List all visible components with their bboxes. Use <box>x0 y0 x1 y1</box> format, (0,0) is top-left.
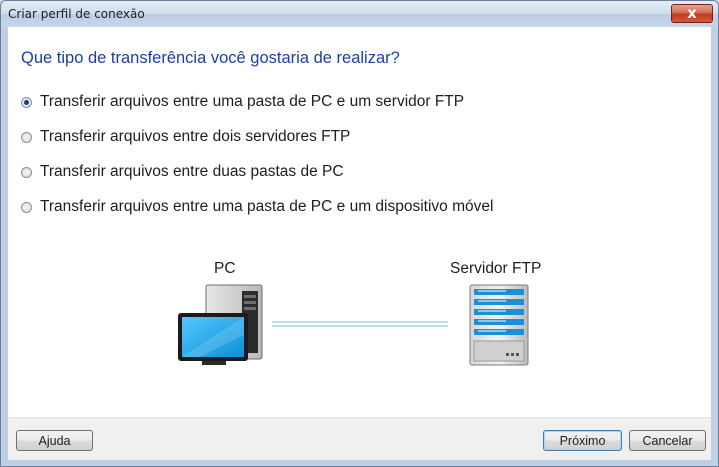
option-label: Transferir arquivos entre dois servidore… <box>40 128 351 145</box>
radio-button[interactable] <box>21 96 32 108</box>
option-pc-ftp[interactable]: Transferir arquivos entre uma pasta de P… <box>21 92 464 112</box>
content-panel: Que tipo de transferência você gostaria … <box>8 27 711 417</box>
option-label: Transferir arquivos entre uma pasta de P… <box>40 93 465 110</box>
option-ftp-ftp[interactable]: Transferir arquivos entre dois servidore… <box>21 127 350 147</box>
pc-label: PC <box>214 260 236 277</box>
server-icon <box>469 284 529 366</box>
option-label: Transferir arquivos entre duas pastas de… <box>40 163 344 180</box>
radio-button[interactable] <box>21 166 32 178</box>
option-pc-pc[interactable]: Transferir arquivos entre duas pastas de… <box>21 162 344 182</box>
option-label: Transferir arquivos entre uma pasta de P… <box>40 198 494 215</box>
dialog-window: Criar perfil de conexão x Que tipo de tr… <box>0 0 719 467</box>
server-label: Servidor FTP <box>450 260 542 277</box>
window-title: Criar perfil de conexão <box>8 7 145 21</box>
close-icon: x <box>687 4 697 22</box>
button-bar: Ajuda Próximo Cancelar <box>8 417 711 460</box>
cancel-button[interactable]: Cancelar <box>629 430 706 451</box>
radio-button[interactable] <box>21 201 32 213</box>
next-button[interactable]: Próximo <box>543 430 622 451</box>
connection-line <box>272 321 448 327</box>
page-question: Que tipo de transferência você gostaria … <box>21 49 400 67</box>
help-button[interactable]: Ajuda <box>16 430 93 451</box>
pc-icon <box>178 284 263 365</box>
radio-button[interactable] <box>21 131 32 143</box>
close-button[interactable]: x <box>671 4 713 23</box>
title-bar[interactable]: Criar perfil de conexão x <box>1 1 718 27</box>
option-pc-mobile[interactable]: Transferir arquivos entre uma pasta de P… <box>21 197 493 217</box>
